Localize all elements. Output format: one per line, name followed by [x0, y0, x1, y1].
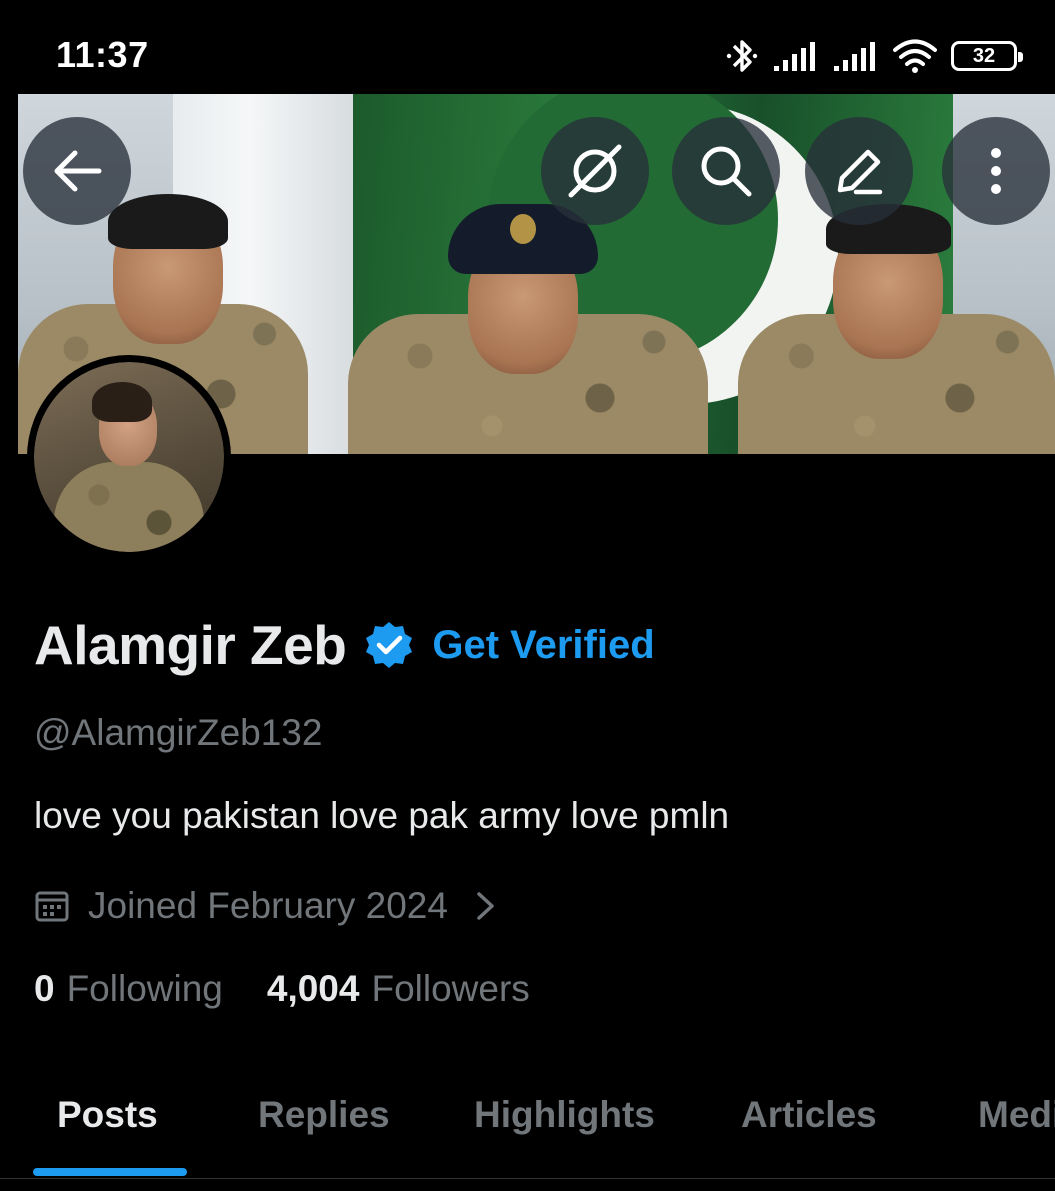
- display-name: Alamgir Zeb: [34, 614, 347, 676]
- get-verified-link[interactable]: Get Verified: [432, 623, 654, 668]
- joined-row[interactable]: Joined February 2024: [34, 882, 498, 930]
- tab-highlights[interactable]: Highlights: [474, 1094, 655, 1136]
- bluetooth-icon: [726, 40, 758, 72]
- more-button[interactable]: [942, 117, 1050, 225]
- following-label: Following: [66, 968, 223, 1009]
- chevron-right-icon: [477, 892, 494, 920]
- joined-date: Joined February 2024: [88, 885, 448, 926]
- followers-link[interactable]: 4,004 Followers: [267, 968, 530, 1010]
- signal-icon: [774, 42, 815, 71]
- arrow-left-icon: [54, 150, 102, 192]
- grok-icon: [568, 144, 622, 198]
- profile-bio: love you pakistan love pak army love pml…: [34, 795, 730, 836]
- search-button[interactable]: [672, 117, 780, 225]
- profile-handle: @AlamgirZeb132: [34, 712, 323, 753]
- pencil-icon: [837, 149, 883, 195]
- follow-stats: 0 Following 4,004 Followers: [34, 968, 530, 1016]
- tabs-divider: [0, 1178, 1055, 1179]
- tab-articles[interactable]: Articles: [741, 1094, 877, 1136]
- battery-level: 32: [972, 44, 996, 67]
- status-time: 11:37: [56, 34, 149, 75]
- back-button[interactable]: [23, 117, 131, 225]
- edit-button[interactable]: [805, 117, 913, 225]
- status-icons: 32: [725, 36, 1023, 76]
- battery-icon: 32: [951, 41, 1023, 71]
- tab-posts[interactable]: Posts: [57, 1094, 158, 1136]
- verified-badge-icon: [366, 622, 413, 668]
- active-tab-indicator: [33, 1168, 187, 1176]
- display-name-row: Alamgir Zeb Get Verified: [34, 612, 655, 678]
- wifi-icon: [893, 39, 937, 73]
- avatar[interactable]: [27, 355, 231, 559]
- followers-count: 4,004: [266, 968, 360, 1009]
- grok-button[interactable]: [541, 117, 649, 225]
- status-bar: 11:37 32: [0, 0, 1055, 94]
- followers-label: Followers: [371, 968, 530, 1009]
- following-link[interactable]: 0 Following: [34, 968, 223, 1010]
- following-count: 0: [34, 968, 55, 1009]
- search-icon: [701, 146, 752, 197]
- calendar-icon: [35, 891, 69, 922]
- signal-icon: [834, 42, 875, 71]
- profile-tabs: Posts Replies Highlights Articles Media: [0, 1084, 1055, 1191]
- banner-person-center: [348, 154, 708, 454]
- tab-replies[interactable]: Replies: [258, 1094, 390, 1136]
- tab-media[interactable]: Media: [978, 1094, 1055, 1136]
- more-vertical-icon: [991, 148, 1001, 194]
- avatar-image: [34, 362, 224, 552]
